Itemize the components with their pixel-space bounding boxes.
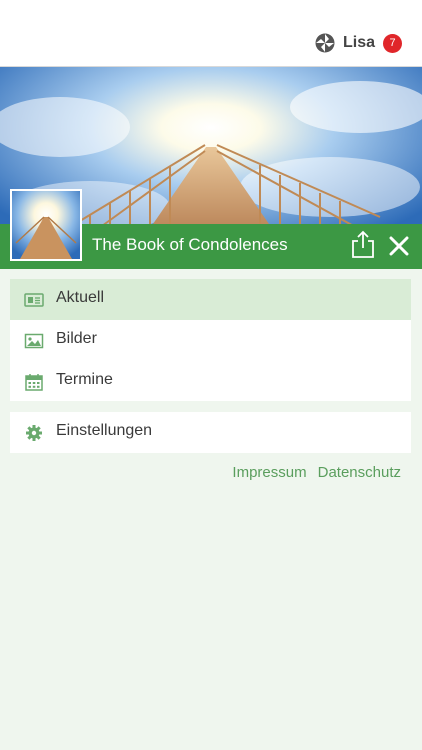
- impressum-link[interactable]: Impressum: [232, 464, 306, 481]
- menu-item-termine[interactable]: Termine: [10, 361, 411, 402]
- menu-item-bilder[interactable]: Bilder: [10, 320, 411, 361]
- footer-links: Impressum Datenschutz: [232, 464, 401, 481]
- top-bar: Lisa 7: [0, 0, 422, 67]
- close-icon[interactable]: [386, 233, 412, 259]
- menu-item-label: Bilder: [56, 330, 97, 347]
- image-icon: [24, 333, 44, 349]
- user-menu[interactable]: Lisa 7: [315, 33, 402, 53]
- memorial-thumbnail: [10, 189, 82, 261]
- menu-item-label: Termine: [56, 371, 113, 388]
- settings-label: Einstellungen: [56, 422, 153, 439]
- main-menu: Aktuell Bilder Termine: [10, 279, 411, 401]
- user-name: Lisa: [342, 34, 375, 51]
- gear-icon: [26, 425, 42, 441]
- menu-item-aktuell[interactable]: Aktuell: [10, 279, 411, 320]
- page-title: The Book of Condolences: [92, 235, 288, 254]
- newspaper-icon: [24, 293, 44, 307]
- notification-badge[interactable]: 7: [383, 33, 402, 53]
- share-icon[interactable]: [350, 230, 376, 260]
- menu-item-label: Aktuell: [56, 289, 105, 306]
- thumbnail-image: [12, 191, 80, 259]
- settings-menu: Einstellungen: [10, 412, 411, 453]
- app-logo-icon: [315, 33, 335, 53]
- calendar-icon: [25, 374, 43, 391]
- datenschutz-link[interactable]: Datenschutz: [318, 464, 401, 481]
- menu-item-einstellungen[interactable]: Einstellungen: [10, 412, 411, 453]
